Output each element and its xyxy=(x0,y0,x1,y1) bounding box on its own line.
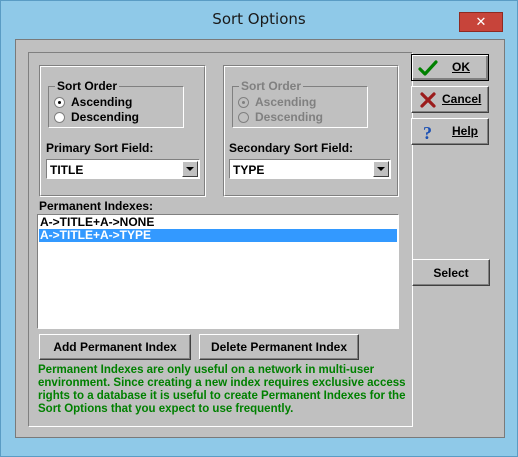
dropdown-arrow-icon[interactable] xyxy=(182,161,198,177)
primary-descending-radio[interactable]: Descending xyxy=(54,110,139,124)
primary-ascending-label: Ascending xyxy=(71,95,133,109)
cancel-button-label: Cancel xyxy=(442,92,482,106)
ok-button-label: OK xyxy=(452,60,470,74)
svg-text:?: ? xyxy=(423,123,432,141)
close-icon: ✕ xyxy=(475,14,487,30)
x-icon xyxy=(420,92,436,108)
ok-button[interactable]: OK xyxy=(411,54,489,81)
title-bar[interactable]: Sort Options ✕ xyxy=(1,1,517,39)
sort-options-window: Sort Options ✕ Sort Order Ascending Desc… xyxy=(0,0,518,457)
secondary-sort-order-title: Sort Order xyxy=(239,79,304,93)
delete-permanent-index-button[interactable]: Delete Permanent Index xyxy=(199,334,359,360)
dropdown-arrow-icon[interactable] xyxy=(373,161,389,177)
secondary-descending-radio: Descending xyxy=(238,110,323,124)
list-item-selected[interactable]: A->TITLE+A->TYPE xyxy=(39,229,397,242)
primary-sort-field-label: Primary Sort Field: xyxy=(46,141,154,155)
radio-selected-icon xyxy=(54,96,65,108)
secondary-sort-group: Sort Order Ascending Descending Secondar… xyxy=(223,65,399,197)
close-button[interactable]: ✕ xyxy=(459,12,503,32)
check-icon xyxy=(418,60,438,76)
secondary-sort-field-label: Secondary Sort Field: xyxy=(229,141,354,155)
secondary-sort-field-value: TYPE xyxy=(233,163,265,177)
radio-unselected-icon xyxy=(54,111,65,123)
window-title: Sort Options xyxy=(212,10,306,28)
help-button-label: Help xyxy=(452,124,479,138)
radio-unselected-icon xyxy=(238,111,249,123)
primary-descending-label: Descending xyxy=(71,110,140,124)
primary-sort-group: Sort Order Ascending Descending Primary … xyxy=(39,65,206,197)
question-icon: ? xyxy=(423,123,432,141)
secondary-sort-field-select[interactable]: TYPE xyxy=(229,159,391,179)
secondary-ascending-label: Ascending xyxy=(255,95,317,109)
permanent-indexes-list[interactable]: A->TITLE+A->NONE A->TITLE+A->TYPE xyxy=(37,214,399,329)
primary-sort-field-value: TITLE xyxy=(50,163,84,177)
permanent-indexes-note: Permanent Indexes are only useful on a n… xyxy=(38,364,406,415)
permanent-indexes-label: Permanent Indexes: xyxy=(39,199,154,213)
primary-sort-order-title: Sort Order xyxy=(55,79,120,93)
cancel-button[interactable]: Cancel xyxy=(411,86,489,113)
select-button[interactable]: Select xyxy=(412,259,490,286)
primary-sort-field-select[interactable]: TITLE xyxy=(46,159,200,179)
secondary-ascending-radio: Ascending xyxy=(238,95,316,109)
primary-ascending-radio[interactable]: Ascending xyxy=(54,95,132,109)
help-button[interactable]: ? Help xyxy=(411,118,489,145)
add-permanent-index-button[interactable]: Add Permanent Index xyxy=(39,334,191,360)
secondary-descending-label: Descending xyxy=(255,110,324,124)
dialog-client-area: Sort Order Ascending Descending Primary … xyxy=(15,39,505,438)
radio-selected-icon xyxy=(238,96,249,108)
